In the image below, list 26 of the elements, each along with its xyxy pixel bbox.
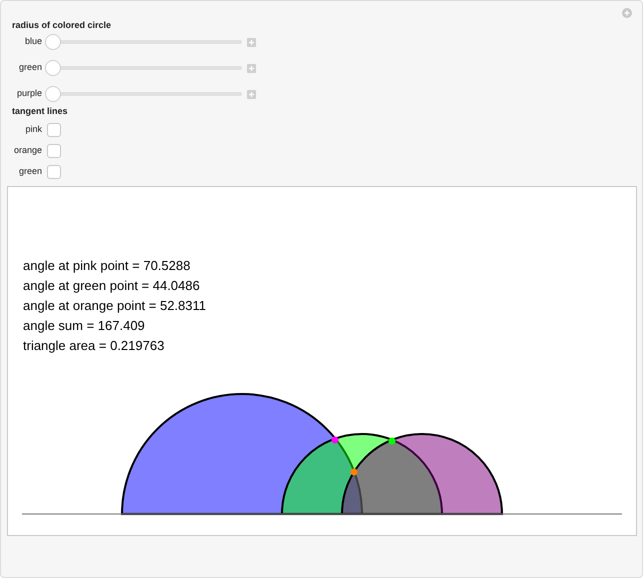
section-title: radius of colored circle <box>12 19 112 31</box>
slider-thumb[interactable] <box>45 60 61 76</box>
checkbox-label: orange <box>12 144 42 157</box>
checkbox[interactable] <box>47 122 61 136</box>
plot-text: angle at orange point = 52.8311 <box>23 297 207 315</box>
section-title: tangent lines <box>12 105 69 117</box>
checkbox[interactable] <box>47 164 61 178</box>
slider[interactable] <box>45 59 242 77</box>
slider-label: blue <box>24 35 42 48</box>
slider[interactable] <box>45 85 242 103</box>
plot-text: triangle area = 0.219763 <box>23 337 166 355</box>
plus-icon[interactable] <box>247 38 256 46</box>
slider[interactable] <box>45 33 242 51</box>
plus-icon[interactable] <box>247 90 256 98</box>
slider-label: green <box>18 61 42 74</box>
plot-text: angle at green point = 44.0486 <box>23 277 201 295</box>
checkbox-label: green <box>18 164 42 178</box>
plot-text: angle sum = 167.409 <box>23 317 146 335</box>
slider-thumb[interactable] <box>45 34 61 50</box>
checkbox[interactable] <box>47 144 61 158</box>
plot-text: angle at pink point = 70.5288 <box>23 257 192 275</box>
checkbox-label: pink <box>24 122 42 136</box>
slider-thumb[interactable] <box>45 86 61 102</box>
plus-icon[interactable] <box>247 64 256 72</box>
slider-label: purple <box>16 87 42 100</box>
plus-circle-icon[interactable] <box>622 8 632 18</box>
